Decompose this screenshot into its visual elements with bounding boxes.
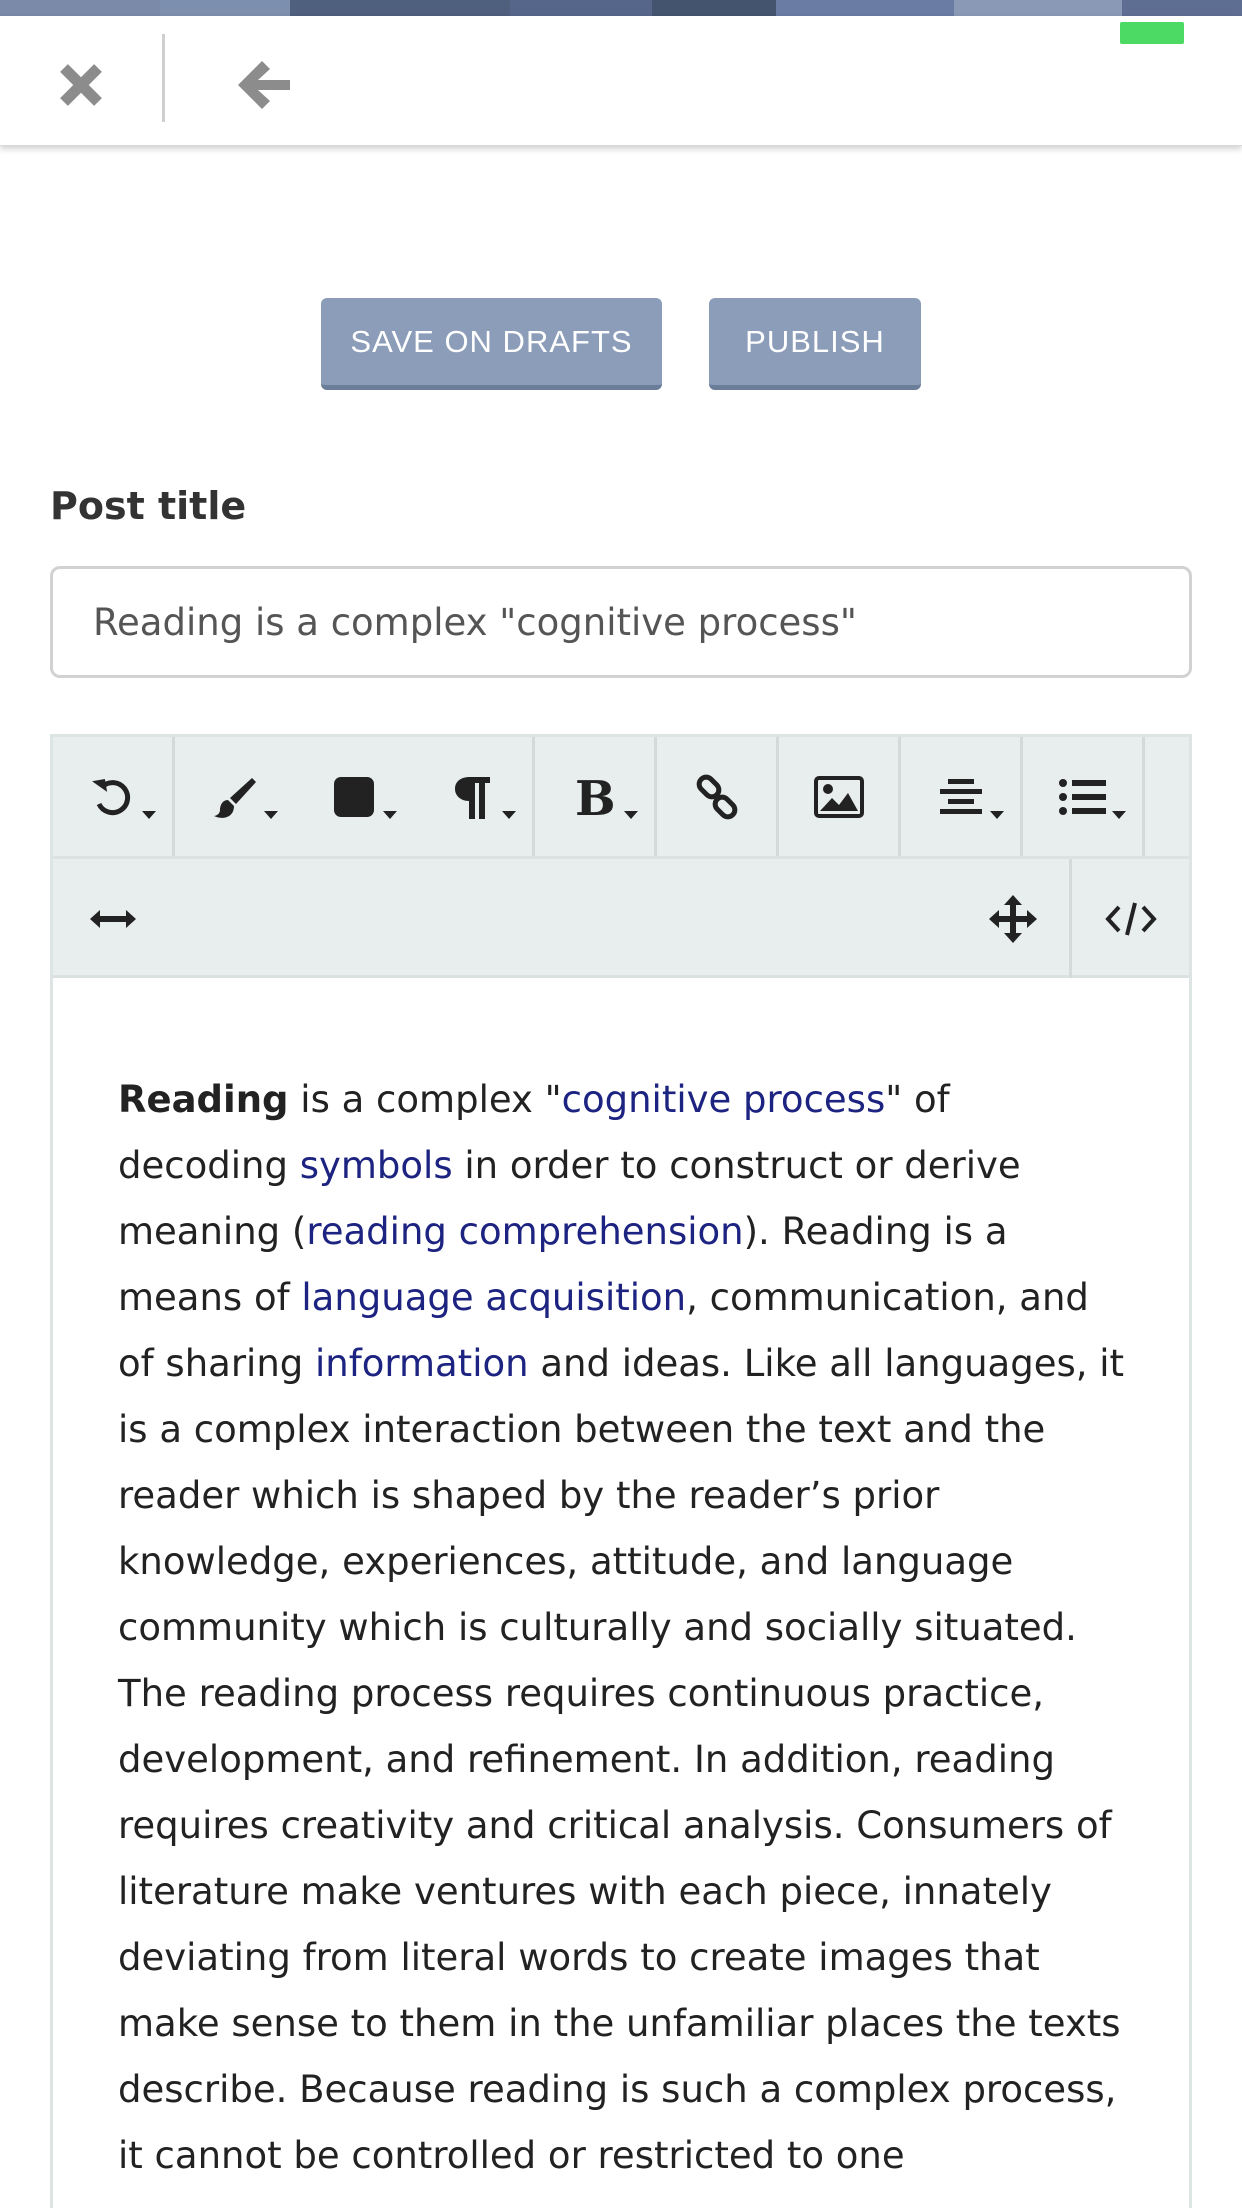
- style-brush-button[interactable]: [175, 737, 294, 856]
- undo-icon: [91, 778, 130, 815]
- status-strip-segment: [1122, 0, 1242, 16]
- paragraph-icon: [454, 776, 490, 819]
- close-icon: [60, 64, 102, 106]
- status-strip-segment: [776, 0, 954, 16]
- editor-content[interactable]: Reading is a complex "cognitive process"…: [118, 1067, 1128, 2189]
- status-strip-segment: [652, 0, 776, 16]
- status-strip-segment: [160, 0, 290, 16]
- body-text: and ideas. Like all languages, it is a c…: [118, 1342, 1125, 2177]
- code-view-button[interactable]: [1072, 859, 1189, 978]
- full-width-button[interactable]: [53, 859, 172, 978]
- save-on-drafts-button[interactable]: SAVE ON DRAFTS: [321, 298, 662, 390]
- back-button[interactable]: [216, 40, 312, 130]
- dropdown-caret-icon: [1112, 811, 1126, 819]
- insert-link-button[interactable]: [657, 737, 776, 856]
- post-title-label: Post title: [50, 484, 247, 528]
- close-button[interactable]: [36, 40, 126, 130]
- status-strip-segment: [510, 0, 652, 16]
- color-button[interactable]: [294, 737, 413, 856]
- status-strip-segment: [954, 0, 1122, 16]
- align-button[interactable]: [901, 737, 1020, 856]
- svg-text:B: B: [575, 773, 616, 821]
- dropdown-caret-icon: [142, 811, 156, 819]
- dropdown-caret-icon: [624, 811, 638, 819]
- arrow-left-icon: [238, 61, 290, 109]
- align-center-icon: [939, 778, 982, 814]
- list-button[interactable]: [1023, 737, 1142, 856]
- link-information[interactable]: information: [315, 1342, 529, 1385]
- image-icon: [813, 775, 864, 818]
- expand-width-icon: [89, 909, 136, 928]
- top-bar: [0, 16, 1242, 146]
- dropdown-caret-icon: [383, 811, 397, 819]
- bold-text: Reading: [118, 1078, 289, 1121]
- drag-move-handle[interactable]: [953, 859, 1072, 978]
- publish-button[interactable]: PUBLISH: [709, 298, 921, 390]
- status-strip-segment: [290, 0, 510, 16]
- link-symbols[interactable]: symbols: [300, 1144, 453, 1187]
- paragraph-button[interactable]: [413, 737, 532, 856]
- status-strip-segment: [0, 0, 160, 16]
- editor-toolbar-primary: B: [53, 737, 1189, 859]
- undo-button[interactable]: [53, 737, 172, 856]
- toolbar-separator: [1142, 737, 1145, 856]
- insert-image-button[interactable]: [779, 737, 898, 856]
- post-title-input[interactable]: [50, 566, 1192, 678]
- bold-button[interactable]: B: [535, 737, 654, 856]
- move-icon: [988, 894, 1037, 943]
- list-icon: [1058, 778, 1106, 815]
- link-icon: [696, 774, 737, 819]
- rich-text-editor: B Reading is a complex "cognitive proces…: [50, 734, 1192, 2208]
- link-cognitive-process[interactable]: cognitive process: [562, 1078, 886, 1121]
- link-reading-comprehension[interactable]: reading comprehension: [306, 1210, 743, 1253]
- editor-toolbar-secondary: [53, 859, 1189, 978]
- dropdown-caret-icon: [990, 811, 1004, 819]
- header-divider: [162, 34, 165, 122]
- dropdown-caret-icon: [502, 811, 516, 819]
- body-text: is a complex ": [288, 1078, 562, 1121]
- post-actions: SAVE ON DRAFTS PUBLISH: [0, 298, 1242, 390]
- battery-indicator: [1120, 22, 1184, 44]
- link-language-acquisition[interactable]: language acquisition: [301, 1276, 686, 1319]
- dropdown-caret-icon: [264, 811, 278, 819]
- status-strip: [0, 0, 1242, 16]
- bold-icon: B: [575, 773, 616, 821]
- brush-icon: [213, 777, 256, 818]
- color-square-icon: [333, 776, 374, 817]
- code-view-icon: [1104, 902, 1157, 935]
